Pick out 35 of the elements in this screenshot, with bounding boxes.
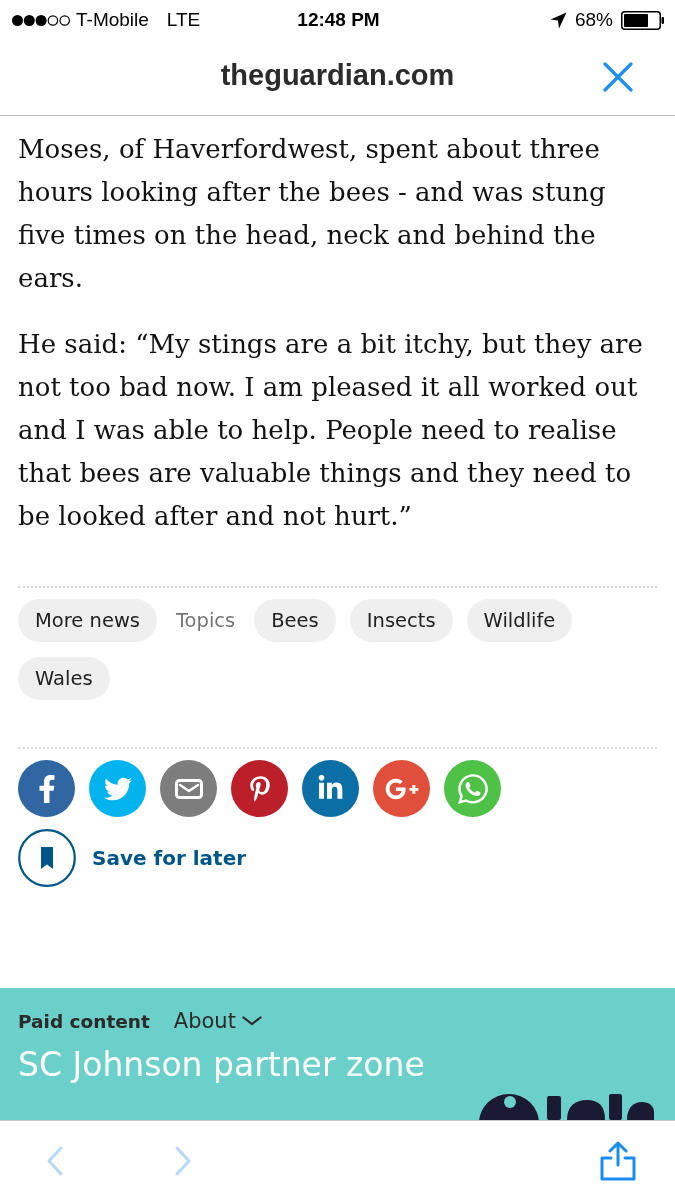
share-button[interactable] [599,1140,637,1181]
paid-content-label: Paid content [18,1010,150,1032]
carrier-name: T-Mobile [76,9,149,31]
twitter-share-button[interactable] [89,760,146,817]
about-dropdown[interactable]: About [173,1009,262,1033]
bookmark-icon [18,829,76,887]
signal-strength-icon [12,14,70,26]
topic-tag[interactable]: Wales [18,657,110,700]
email-share-button[interactable] [160,760,217,817]
share-icon [599,1140,637,1181]
location-arrow-icon [549,11,567,29]
network-type: LTE [166,9,201,31]
article-paragraph: Moses, of Haverfordwest, spent about three hours looking after the bees - and was stung five times on the head, neck and behind the ears. [18,133,607,295]
envelope-icon [174,778,203,799]
save-for-later-button[interactable]: Save for later [18,829,247,887]
topic-tag[interactable]: Bees [254,599,336,642]
battery-icon [621,10,665,30]
topics-label: Topics [175,609,237,632]
battery-percentage: 68% [574,9,613,31]
article-paragraph: He said: “My stings are a bit itchy, but they are not too bad now. I am pleased it all worked out and I was able to help. People need to realise that bees are valuable things and they need to be looked after and not hurt.” [18,328,644,533]
topic-tag[interactable]: Insects [349,599,453,642]
linkedin-share-button[interactable] [302,760,359,817]
topic-tag[interactable]: More news [18,599,157,642]
linkedin-icon [317,775,344,802]
google-plus-share-button[interactable] [373,760,430,817]
pinterest-share-button[interactable] [231,760,288,817]
whatsapp-share-button[interactable] [444,760,501,817]
topic-tag[interactable]: Wildlife [466,599,573,642]
facebook-share-button[interactable] [18,760,75,817]
site-domain: theguardian.com [220,59,455,92]
whatsapp-icon [455,771,490,806]
clock-time: 12:48 PM [297,9,380,31]
close-button[interactable] [601,60,635,94]
chevron-down-icon [241,1016,262,1026]
close-icon [603,62,633,92]
